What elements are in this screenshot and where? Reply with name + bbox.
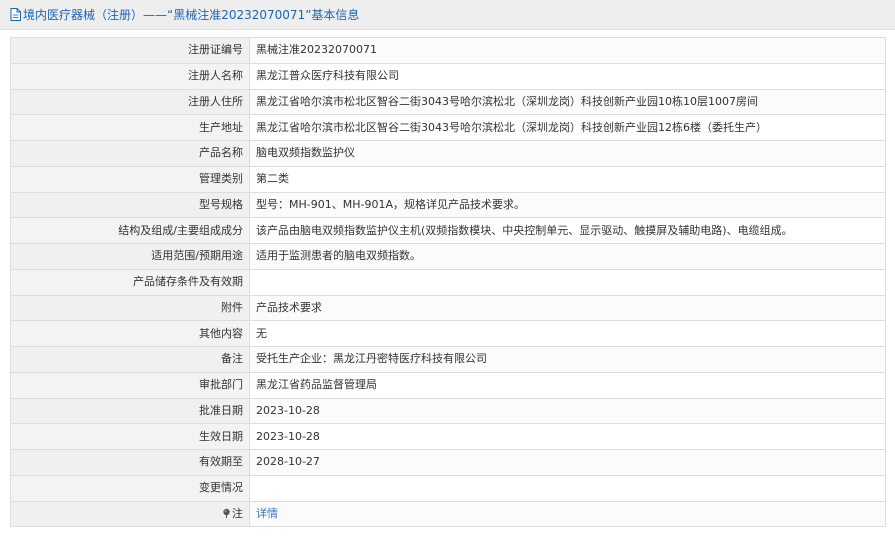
field-label: 产品名称: [10, 140, 250, 167]
field-value: 黑龙江省药品监督管理局: [249, 371, 886, 399]
field-label: 管理类别: [10, 165, 250, 193]
table-row: 批准日期 2023-10-28: [10, 397, 886, 425]
field-value: 该产品由脑电双频指数监护仪主机(双频指数模块、中央控制单元、显示驱动、触摸屏及辅…: [249, 217, 886, 244]
table-row: 生产地址 黑龙江省哈尔滨市松北区智谷二街3043号哈尔滨松北（深圳龙岗）科技创新产…: [10, 114, 886, 141]
field-value: 2028-10-27: [249, 449, 886, 476]
note-value-cell: 详情: [249, 500, 886, 528]
field-value: 适用于监测患者的脑电双频指数。: [249, 243, 886, 270]
field-label: 生效日期: [10, 423, 250, 450]
field-label: 审批部门: [10, 371, 250, 399]
table-row: 产品储存条件及有效期: [10, 268, 886, 296]
table-row: 注册人住所 黑龙江省哈尔滨市松北区智谷二街3043号哈尔滨松北（深圳龙岗）科技创新…: [10, 88, 886, 116]
page-title-bar: 境内医疗器械（注册）——“黑械注准20232070071”基本信息: [0, 0, 895, 30]
field-label: 备注: [10, 346, 250, 373]
table-row: 产品名称 脑电双频指数监护仪: [10, 140, 886, 167]
table-row: 生效日期 2023-10-28: [10, 423, 886, 450]
field-label: 适用范围/预期用途: [10, 243, 250, 270]
field-label: 生产地址: [10, 114, 250, 141]
field-label: 其他内容: [10, 320, 250, 347]
table-row: 有效期至 2028-10-27: [10, 449, 886, 476]
table-row: 型号规格 型号：MH-901、MH-901A，规格详见产品技术要求。: [10, 191, 886, 219]
table-row: 注册证编号 黑械注准20232070071: [10, 37, 886, 64]
table-row: 附件 产品技术要求: [10, 294, 886, 322]
field-label: 有效期至: [10, 449, 250, 476]
field-value: [249, 474, 886, 502]
table-row: 备注 受托生产企业：黑龙江丹密特医疗科技有限公司: [10, 346, 886, 373]
field-value: 无: [249, 320, 886, 347]
field-value: 产品技术要求: [249, 294, 886, 322]
field-label: 注册人住所: [10, 88, 250, 116]
field-label: 型号规格: [10, 191, 250, 219]
field-value: 黑龙江省哈尔滨市松北区智谷二街3043号哈尔滨松北（深圳龙岗）科技创新产业园10…: [249, 88, 886, 116]
field-value: 受托生产企业：黑龙江丹密特医疗科技有限公司: [249, 346, 886, 373]
field-label: 产品储存条件及有效期: [10, 268, 250, 296]
document-icon: [10, 8, 21, 21]
field-value: 型号：MH-901、MH-901A，规格详见产品技术要求。: [249, 191, 886, 219]
note-label-cell: 注: [10, 500, 250, 528]
table-row: 结构及组成/主要组成成分 该产品由脑电双频指数监护仪主机(双频指数模块、中央控制单…: [10, 217, 886, 244]
field-value: 2023-10-28: [249, 397, 886, 425]
field-label: 注册人名称: [10, 62, 250, 90]
table-row: 审批部门 黑龙江省药品监督管理局: [10, 371, 886, 399]
field-value: 脑电双频指数监护仪: [249, 140, 886, 167]
field-label: 附件: [10, 294, 250, 322]
field-value: 黑龙江普众医疗科技有限公司: [249, 62, 886, 90]
pin-icon: [222, 508, 231, 518]
table-row: 注册人名称 黑龙江普众医疗科技有限公司: [10, 62, 886, 90]
table-row: 管理类别 第二类: [10, 165, 886, 193]
detail-table: 注册证编号 黑械注准20232070071 注册人名称 黑龙江普众医疗科技有限公司 注册…: [10, 37, 886, 528]
field-value: [249, 268, 886, 296]
field-label: 批准日期: [10, 397, 250, 425]
note-label: 注: [232, 506, 243, 520]
field-value: 黑械注准20232070071: [249, 37, 886, 64]
field-value: 2023-10-28: [249, 423, 886, 450]
field-label: 变更情况: [10, 474, 250, 502]
table-row: 变更情况: [10, 474, 886, 502]
field-label: 注册证编号: [10, 37, 250, 64]
field-value: 第二类: [249, 165, 886, 193]
table-row: 适用范围/预期用途 适用于监测患者的脑电双频指数。: [10, 243, 886, 270]
details-link[interactable]: 详情: [256, 507, 278, 520]
field-label: 结构及组成/主要组成成分: [10, 217, 250, 244]
page-title: 境内医疗器械（注册）——“黑械注准20232070071”基本信息: [23, 8, 360, 22]
field-value: 黑龙江省哈尔滨市松北区智谷二街3043号哈尔滨松北（深圳龙岗）科技创新产业园12…: [249, 114, 886, 141]
table-row: 其他内容无: [10, 320, 886, 347]
table-row-note: 注详情: [10, 500, 886, 528]
